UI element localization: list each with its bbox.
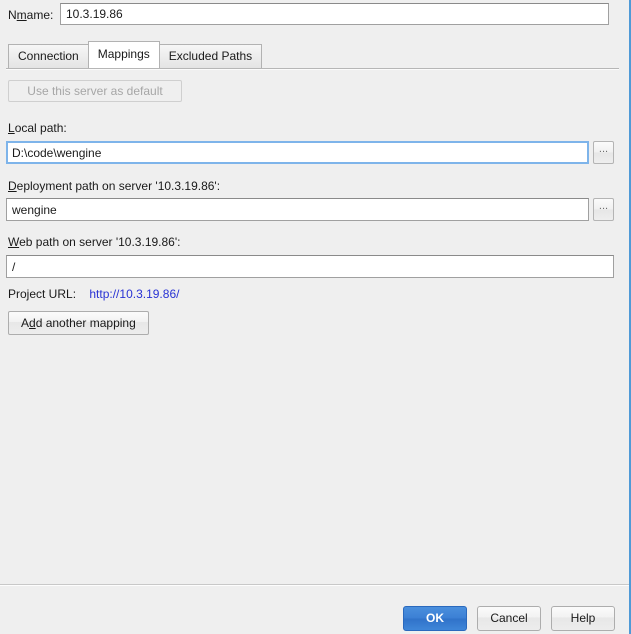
tab-connection[interactable]: Connection [8, 44, 89, 68]
deployment-path-input[interactable] [6, 198, 589, 221]
tab-strip: Connection Mappings Excluded Paths [8, 41, 263, 68]
deployment-mappings-dialog: Nmame: Connection Mappings Excluded Path… [0, 0, 631, 634]
local-path-label: Local path: [8, 121, 67, 135]
name-label-mnemonic: m [16, 8, 27, 22]
add-another-mapping-button[interactable]: Add another mapping [8, 311, 149, 335]
tab-excluded-paths[interactable]: Excluded Paths [158, 44, 263, 68]
tab-baseline-divider [6, 68, 619, 70]
local-path-browse-button[interactable]: ... [593, 141, 614, 164]
cancel-button[interactable]: Cancel [477, 606, 541, 631]
web-path-label: Web path on server '10.3.19.86': [8, 235, 181, 249]
dialog-footer: OK Cancel Help [0, 586, 629, 634]
help-button[interactable]: Help [551, 606, 615, 631]
use-server-as-default-button[interactable]: Use this server as default [8, 80, 182, 102]
deployment-path-label-mnemonic: D [8, 179, 17, 193]
local-path-label-mnemonic: L [8, 121, 15, 135]
local-path-input[interactable] [6, 141, 589, 164]
tab-mappings[interactable]: Mappings [87, 41, 160, 68]
project-url-row: Project URL: http://10.3.19.86/ [8, 287, 179, 301]
deployment-path-label: Deployment path on server '10.3.19.86': [8, 179, 221, 193]
web-path-input[interactable] [6, 255, 614, 278]
deployment-path-browse-button[interactable]: ... [593, 198, 614, 221]
project-url-link[interactable]: http://10.3.19.86/ [89, 287, 179, 301]
web-path-label-mnemonic: W [8, 235, 20, 249]
footer-button-group: OK Cancel Help [403, 606, 615, 631]
name-row: Nmame: [0, 3, 625, 28]
ok-button[interactable]: OK [403, 606, 467, 631]
add-mapping-mnemonic: d [29, 316, 36, 330]
name-label: Nmame: [8, 8, 54, 22]
project-url-label: Project URL: [8, 287, 77, 301]
name-input[interactable] [60, 3, 609, 25]
